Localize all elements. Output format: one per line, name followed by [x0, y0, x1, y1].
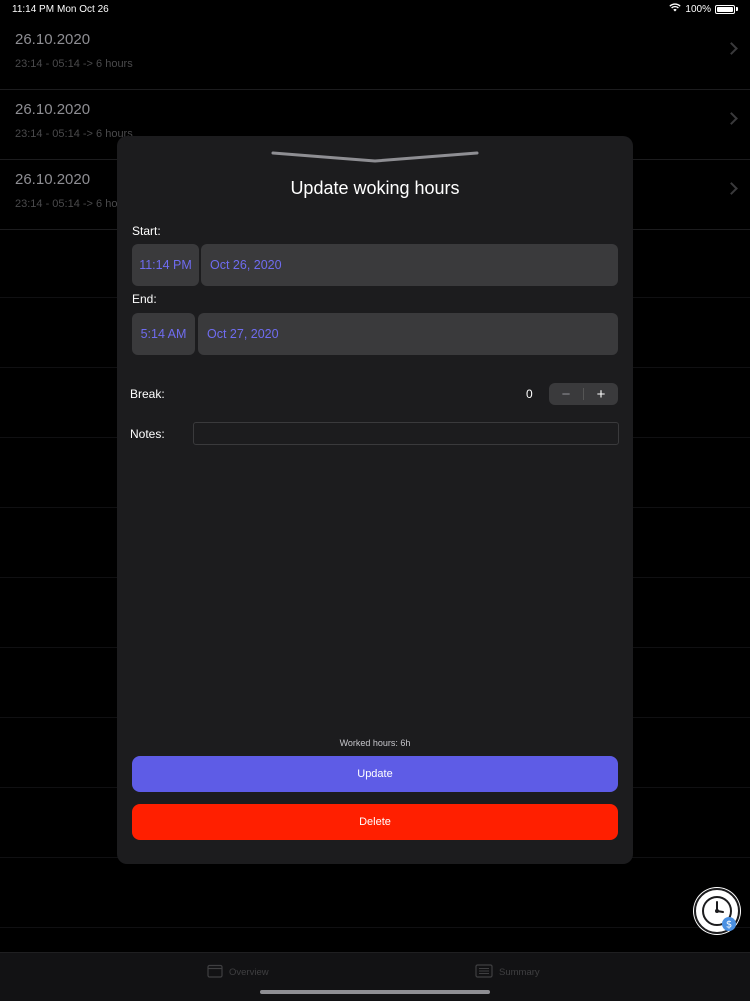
- entry-date: 26.10.2020: [15, 171, 91, 188]
- update-button[interactable]: Update: [132, 756, 618, 792]
- break-value: 0: [526, 387, 533, 401]
- sheet-title: Update woking hours: [290, 178, 460, 198]
- status-bar: 11:14 PM Mon Oct 26 100%: [0, 0, 750, 20]
- worked-hours-summary: Worked hours: 6h: [339, 738, 411, 748]
- battery-icon: [715, 4, 735, 14]
- end-label: End:: [132, 292, 157, 306]
- tab-summary[interactable]: Summary: [475, 964, 540, 981]
- list-separator: [0, 927, 750, 928]
- list-icon: [475, 964, 493, 981]
- calendar-icon: [207, 964, 223, 981]
- chevron-right-icon: [725, 182, 738, 195]
- svg-text:$: $: [726, 920, 732, 931]
- start-time-picker[interactable]: 11:14 PM: [132, 244, 199, 286]
- delete-button[interactable]: Delete: [132, 804, 618, 840]
- chevron-right-icon: [725, 42, 738, 55]
- sheet-grabber-handle[interactable]: [271, 150, 479, 164]
- entry-range: 23:14 - 05:14 -> 6 hours: [15, 58, 133, 70]
- clock-dollar-icon: $: [702, 896, 736, 931]
- break-label: Break:: [130, 387, 165, 401]
- break-decrement-button[interactable]: −: [549, 383, 583, 405]
- end-time-picker[interactable]: 5:14 AM: [132, 313, 195, 355]
- entry-range: 23:14 - 05:14 -> 6 hours: [15, 198, 133, 210]
- add-entry-fab[interactable]: $: [694, 888, 740, 934]
- start-date-picker[interactable]: Oct 26, 2020: [201, 244, 618, 286]
- entry-date: 26.10.2020: [15, 31, 91, 48]
- status-date: Mon Oct 26: [57, 4, 109, 15]
- break-stepper[interactable]: − +: [549, 383, 618, 405]
- notes-label: Notes:: [130, 427, 165, 441]
- entry-date: 26.10.2020: [15, 101, 91, 118]
- tab-overview-label: Overview: [229, 967, 269, 978]
- wifi-icon: [669, 3, 682, 15]
- start-label: Start:: [132, 224, 161, 238]
- battery-percentage: 100%: [685, 3, 711, 15]
- list-item[interactable]: 26.10.2020 23:14 - 05:14 -> 6 hours: [0, 20, 750, 90]
- tab-overview[interactable]: Overview: [207, 964, 269, 981]
- break-increment-button[interactable]: +: [584, 383, 618, 405]
- status-time: 11:14 PM: [12, 4, 55, 15]
- notes-input[interactable]: [193, 422, 619, 445]
- entry-range: 23:14 - 05:14 -> 6 hours: [15, 128, 133, 140]
- tab-summary-label: Summary: [499, 967, 540, 978]
- end-date-picker[interactable]: Oct 27, 2020: [198, 313, 618, 355]
- chevron-right-icon: [725, 112, 738, 125]
- status-indicators: 100%: [669, 3, 738, 15]
- home-indicator: [260, 990, 490, 994]
- update-hours-sheet: Update woking hours Start: 11:14 PM Oct …: [117, 136, 633, 864]
